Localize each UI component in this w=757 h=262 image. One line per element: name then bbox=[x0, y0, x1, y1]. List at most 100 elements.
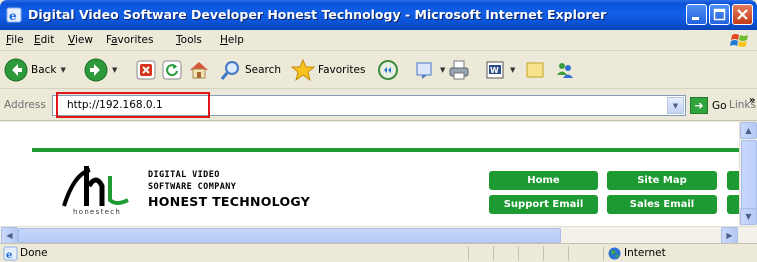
company-name: HONEST TECHNOLOGY bbox=[148, 194, 311, 209]
discuss-button[interactable] bbox=[524, 57, 546, 83]
home-link[interactable]: Home bbox=[489, 171, 598, 190]
page-done-icon: e bbox=[3, 246, 18, 261]
menu-help-accel: H bbox=[220, 34, 228, 46]
stop-button[interactable] bbox=[136, 57, 156, 83]
status-divider bbox=[518, 246, 519, 261]
go-label: Go bbox=[712, 99, 727, 112]
menu-tools[interactable]: Tools bbox=[176, 34, 202, 46]
vertical-scrollbar[interactable]: ▲ ▼ bbox=[739, 122, 757, 226]
svg-text:W: W bbox=[490, 66, 499, 75]
status-divider bbox=[568, 246, 569, 261]
menu-tools-label: ools bbox=[180, 34, 202, 46]
menu-view[interactable]: View bbox=[68, 34, 93, 46]
menu-view-accel: V bbox=[68, 34, 75, 46]
minimize-icon bbox=[692, 17, 699, 20]
back-label: Back bbox=[31, 64, 57, 76]
window-title: Digital Video Software Developer Honest … bbox=[28, 7, 607, 22]
scroll-right-icon[interactable]: ▶ bbox=[721, 227, 738, 244]
browser-window: e Digital Video Software Developer Hones… bbox=[0, 0, 757, 262]
svg-text:e: e bbox=[9, 9, 17, 23]
logo-wordmark: honestech bbox=[73, 208, 122, 216]
home-button[interactable] bbox=[188, 57, 210, 83]
forward-dropdown-icon[interactable]: ▼ bbox=[112, 66, 117, 74]
refresh-button[interactable] bbox=[162, 57, 182, 83]
minimize-button[interactable] bbox=[686, 4, 707, 25]
menu-edit[interactable]: Edit bbox=[34, 34, 54, 46]
status-divider bbox=[543, 246, 544, 261]
standard-toolbar: Back ▼ ▼ Search Favorites ▼ W ▼ bbox=[0, 51, 757, 89]
tagline-line-1: DIGITAL VIDEO bbox=[148, 170, 220, 180]
go-button[interactable]: ➜ Go bbox=[690, 97, 727, 114]
status-divider bbox=[603, 246, 604, 261]
printer-icon bbox=[449, 60, 469, 80]
history-dropdown-icon[interactable]: ▼ bbox=[440, 66, 445, 74]
stop-icon bbox=[136, 60, 156, 80]
menu-favorites-label: vorites bbox=[117, 34, 154, 46]
favorites-label: Favorites bbox=[318, 64, 366, 76]
ie-icon: e bbox=[6, 7, 22, 23]
menu-edit-label: dit bbox=[40, 34, 55, 46]
page-content: honestech DIGITAL VIDEO SOFTWARE COMPANY… bbox=[0, 122, 739, 226]
media-button[interactable] bbox=[377, 57, 399, 83]
search-icon bbox=[220, 61, 239, 80]
menu-file-label: ile bbox=[11, 34, 24, 46]
tagline-line-2: SOFTWARE COMPANY bbox=[148, 182, 237, 192]
back-button[interactable]: Back ▼ bbox=[4, 57, 66, 83]
menu-help[interactable]: Help bbox=[220, 34, 244, 46]
go-arrow-icon: ➜ bbox=[690, 97, 708, 114]
menu-edit-accel: E bbox=[34, 34, 41, 46]
links-chevron[interactable]: » bbox=[749, 95, 755, 106]
messenger-icon bbox=[557, 63, 573, 78]
refresh-icon bbox=[162, 60, 182, 80]
horizontal-scrollbar[interactable]: ◀ ▶ bbox=[0, 226, 757, 244]
internet-globe-icon bbox=[608, 247, 621, 260]
back-arrow-icon bbox=[4, 58, 28, 82]
media-icon bbox=[378, 60, 398, 80]
horizontal-scroll-thumb[interactable] bbox=[18, 228, 561, 243]
status-text: Done bbox=[20, 247, 48, 259]
title-bar[interactable]: e Digital Video Software Developer Hones… bbox=[0, 0, 757, 30]
edit-button[interactable]: W ▼ bbox=[484, 57, 515, 83]
windows-logo-icon bbox=[730, 34, 748, 47]
scroll-left-icon[interactable]: ◀ bbox=[1, 227, 18, 244]
status-divider bbox=[493, 246, 494, 261]
forward-arrow-icon bbox=[84, 58, 108, 82]
nav-link-partial[interactable] bbox=[727, 171, 739, 190]
header-divider bbox=[32, 148, 739, 152]
nav-link-partial-2[interactable] bbox=[727, 195, 739, 214]
search-button[interactable]: Search bbox=[220, 57, 281, 83]
menu-view-label: iew bbox=[74, 34, 93, 46]
menu-help-label: elp bbox=[227, 34, 244, 46]
back-dropdown-icon[interactable]: ▼ bbox=[61, 66, 66, 74]
status-divider bbox=[468, 246, 469, 261]
menu-bar: File Edit View Favorites Tools Help bbox=[0, 30, 757, 51]
favorites-star-icon bbox=[291, 59, 315, 81]
svg-text:e: e bbox=[6, 250, 12, 261]
url-highlight-box bbox=[56, 92, 210, 118]
messenger-button[interactable] bbox=[554, 57, 576, 83]
close-button[interactable] bbox=[732, 4, 753, 25]
print-button[interactable] bbox=[448, 57, 470, 83]
menu-file[interactable]: File bbox=[6, 34, 24, 46]
site-map-link[interactable]: Site Map bbox=[607, 171, 717, 190]
support-email-link[interactable]: Support Email bbox=[489, 195, 598, 214]
scroll-up-icon[interactable]: ▲ bbox=[740, 122, 757, 139]
home-icon bbox=[190, 62, 208, 79]
scroll-down-icon[interactable]: ▼ bbox=[740, 208, 757, 225]
maximize-button[interactable] bbox=[709, 4, 730, 25]
address-dropdown-icon[interactable]: ▼ bbox=[667, 97, 684, 114]
history-button[interactable]: ▼ bbox=[414, 57, 445, 83]
address-bar: Address http://192.168.0.1 ▼ ➜ Go Links … bbox=[0, 89, 757, 121]
favorites-button[interactable]: Favorites bbox=[291, 57, 365, 83]
history-icon bbox=[416, 62, 432, 79]
maximize-icon bbox=[713, 8, 726, 21]
status-bar: e Done Internet bbox=[0, 243, 757, 262]
sales-email-link[interactable]: Sales Email bbox=[607, 195, 717, 214]
forward-button[interactable]: ▼ bbox=[84, 57, 117, 83]
honestech-logo[interactable] bbox=[60, 162, 130, 208]
address-label: Address bbox=[4, 99, 46, 111]
menu-favorites[interactable]: Favorites bbox=[106, 34, 153, 46]
edit-dropdown-icon[interactable]: ▼ bbox=[510, 66, 515, 74]
word-document-icon: W bbox=[486, 61, 504, 79]
security-zone: Internet bbox=[624, 247, 666, 259]
